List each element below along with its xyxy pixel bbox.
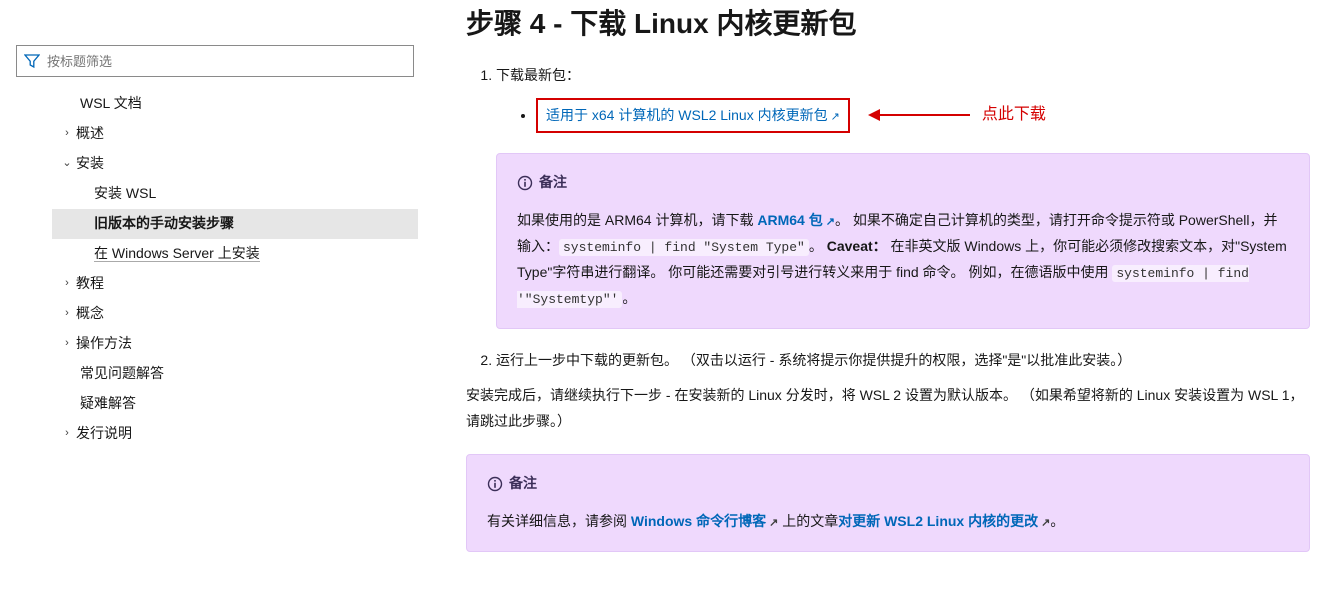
step-list: 下载最新包： 适用于 x64 计算机的 WSL2 Linux 内核更新包↗ 点此…: [466, 64, 1310, 373]
info-icon: [517, 175, 533, 191]
arrow-icon: [870, 114, 970, 116]
sidebar-item[interactable]: ›概念: [52, 299, 418, 329]
step1-text: 下载最新包：: [496, 67, 580, 83]
caveat-label: Caveat：: [827, 238, 887, 254]
step-2: 运行上一步中下载的更新包。 （双击以运行 - 系统将提示你提供提升的权限，选择"…: [496, 349, 1310, 373]
chevron-right-icon: ›: [60, 304, 74, 324]
windows-cli-blog-link[interactable]: Windows 命令行博客↗: [631, 513, 778, 529]
arm64-package-link[interactable]: ARM64 包↗: [757, 212, 835, 228]
sidebar-item-label: 教程: [76, 271, 410, 296]
sidebar-item-label: 概念: [76, 301, 410, 326]
sidebar-item[interactable]: 安装 WSL: [52, 179, 418, 209]
sidebar-item-label: 安装: [76, 151, 410, 176]
filter-input[interactable]: [16, 45, 414, 77]
info-icon: [487, 476, 503, 492]
step-1: 下载最新包： 适用于 x64 计算机的 WSL2 Linux 内核更新包↗ 点此…: [496, 64, 1310, 329]
chevron-right-icon: ›: [60, 124, 74, 144]
chevron-down-icon: ⌄: [60, 154, 74, 174]
after-install-para: 安装完成后，请继续执行下一步 - 在安装新的 Linux 分发时，将 WSL 2…: [466, 383, 1310, 435]
sidebar-item-label: 安装 WSL: [94, 181, 410, 206]
note-title: 备注: [517, 170, 1289, 196]
external-link-icon: ↗: [769, 517, 778, 529]
note-body: 如果使用的是 ARM64 计算机，请下载 ARM64 包↗。 如果不确定自己计算…: [517, 208, 1289, 312]
wsl2-kernel-download-link[interactable]: 适用于 x64 计算机的 WSL2 Linux 内核更新包↗: [546, 107, 840, 123]
sidebar-item-label: 概述: [76, 121, 410, 146]
sidebar-item-label: 常见问题解答: [80, 361, 410, 386]
step-heading: 步骤 4 - 下载 Linux 内核更新包: [466, 2, 1310, 42]
sidebar-item-label: 操作方法: [76, 331, 410, 356]
sidebar-item[interactable]: ⌄安装: [52, 149, 418, 179]
external-link-icon: ↗: [831, 111, 840, 123]
sidebar-item-label: 旧版本的手动安装步骤: [94, 211, 410, 236]
sidebar-item[interactable]: ›发行说明: [52, 419, 418, 449]
filter-wrap: [16, 45, 414, 77]
sidebar-item-label: WSL 文档: [80, 91, 410, 116]
external-link-icon: ↗: [1041, 517, 1050, 529]
sidebar-item[interactable]: ›教程: [52, 269, 418, 299]
chevron-right-icon: ›: [60, 424, 74, 444]
annotation-text: 点此下载: [982, 101, 1046, 130]
sidebar-item-label: 发行说明: [76, 421, 410, 446]
filter-icon: [24, 53, 40, 69]
sidebar-item[interactable]: 疑难解答: [52, 389, 418, 419]
sidebar-item-label: 在 Windows Server 上安装: [94, 241, 410, 266]
note-box-1: 备注 如果使用的是 ARM64 计算机，请下载 ARM64 包↗。 如果不确定自…: [496, 153, 1310, 329]
sidebar-item[interactable]: 在 Windows Server 上安装: [52, 239, 418, 269]
code-systeminfo-1: systeminfo | find "System Type": [559, 239, 809, 256]
note-title: 备注: [487, 471, 1289, 497]
chevron-right-icon: ›: [60, 274, 74, 294]
sidebar-item[interactable]: WSL 文档: [52, 89, 418, 119]
main-content: 步骤 4 - 下载 Linux 内核更新包 下载最新包： 适用于 x64 计算机…: [430, 0, 1330, 612]
external-link-icon: ↗: [826, 216, 835, 228]
sidebar-item[interactable]: ›概述: [52, 119, 418, 149]
note-box-2: 备注 有关详细信息，请参阅 Windows 命令行博客↗ 上的文章对更新 WSL…: [466, 454, 1310, 552]
sidebar-item[interactable]: 旧版本的手动安装步骤: [52, 209, 418, 239]
sidebar-item[interactable]: 常见问题解答: [52, 359, 418, 389]
annotation-arrow: 点此下载: [870, 101, 1046, 130]
download-item: 适用于 x64 计算机的 WSL2 Linux 内核更新包↗ 点此下载: [536, 98, 1310, 133]
note-body: 有关详细信息，请参阅 Windows 命令行博客↗ 上的文章对更新 WSL2 L…: [487, 509, 1289, 535]
chevron-right-icon: ›: [60, 334, 74, 354]
download-link-highlight: 适用于 x64 计算机的 WSL2 Linux 内核更新包↗: [536, 98, 850, 133]
sidebar-item-label: 疑难解答: [80, 391, 410, 416]
wsl2-kernel-changes-link[interactable]: 对更新 WSL2 Linux 内核的更改↗: [838, 513, 1050, 529]
nav-list: WSL 文档›概述⌄安装安装 WSL旧版本的手动安装步骤在 Windows Se…: [12, 89, 418, 449]
sidebar-item[interactable]: ›操作方法: [52, 329, 418, 359]
sidebar: WSL 文档›概述⌄安装安装 WSL旧版本的手动安装步骤在 Windows Se…: [0, 0, 430, 612]
